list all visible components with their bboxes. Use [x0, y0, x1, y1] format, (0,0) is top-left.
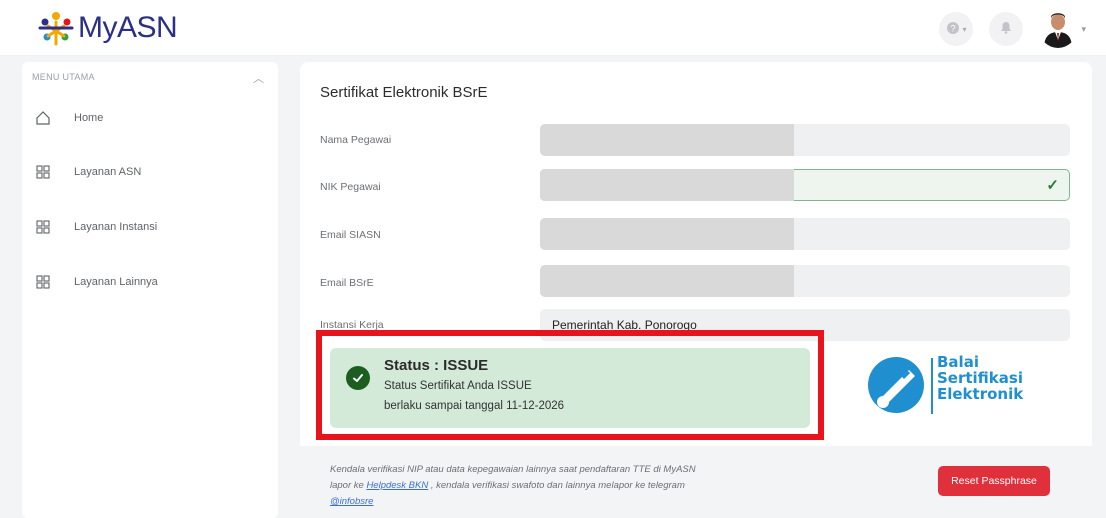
myasn-logo[interactable]: MyASN	[36, 6, 178, 50]
help-note: Kendala verifikasi NIP atau data kepegaw…	[330, 464, 696, 507]
top-header: MyASN ? ▾ ▾	[0, 0, 1106, 56]
grid-icon	[34, 273, 52, 291]
bsre-logo: Balai Sertifikasi Elektronik	[865, 354, 1045, 418]
grid-icon	[34, 218, 52, 236]
redacted-value	[540, 169, 794, 201]
bsre-divider	[931, 358, 933, 414]
highlight-box	[316, 330, 824, 440]
reset-passphrase-button[interactable]: Reset Passphrase	[938, 466, 1050, 496]
chevron-up-icon[interactable]: ︿	[253, 70, 264, 86]
help-button[interactable]: ? ▾	[939, 12, 974, 46]
redacted-value	[540, 265, 794, 297]
avatar-chevron-down-icon[interactable]: ▾	[1081, 24, 1086, 35]
helpdesk-bkn-link[interactable]: Helpdesk BKN	[366, 480, 428, 491]
svg-text:?: ?	[951, 23, 956, 33]
question-icon: ?	[946, 21, 960, 38]
redacted-value	[540, 124, 794, 156]
sidebar-heading: MENU UTAMA	[32, 72, 95, 82]
sidebar-item-label: Layanan Lainnya	[74, 276, 158, 288]
sidebar-item-label: Layanan Instansi	[74, 221, 158, 233]
infobsre-telegram-link[interactable]: @infobsre	[330, 496, 373, 507]
field-label-nama-pegawai: Nama Pegawai	[320, 134, 392, 146]
chevron-down-icon: ▾	[962, 24, 967, 34]
sidebar-item-layanan-instansi[interactable]: Layanan Instansi	[34, 215, 157, 239]
valid-check-icon: ✓	[1046, 177, 1059, 194]
home-icon	[34, 109, 52, 127]
sidebar-item-label: Layanan ASN	[74, 166, 142, 178]
bsre-wordmark: Balai Sertifikasi Elektronik	[937, 353, 1024, 403]
sidebar-item-layanan-asn[interactable]: Layanan ASN	[34, 160, 141, 184]
user-avatar[interactable]	[1039, 10, 1078, 48]
email-bsre-field[interactable]	[540, 265, 1070, 297]
sidebar: MENU UTAMA ︿ Home Layanan ASN Layanan In…	[22, 62, 278, 518]
nik-pegawai-field[interactable]: ✓	[540, 169, 1070, 201]
field-label-email-siasn: Email SIASN	[320, 229, 381, 241]
field-label-nik-pegawai: NIK Pegawai	[320, 181, 381, 193]
sidebar-item-label: Home	[74, 112, 104, 124]
nama-pegawai-field[interactable]	[540, 124, 1070, 156]
field-label-email-bsre: Email BSrE	[320, 277, 374, 289]
bell-icon	[1000, 21, 1012, 37]
bsre-emblem-icon	[868, 357, 924, 413]
logo-wordmark: MyASN	[78, 11, 178, 44]
header-actions: ? ▾ ▾	[939, 10, 1086, 48]
page-title: Sertifikat Elektronik BSrE	[320, 84, 488, 101]
sidebar-item-layanan-lainnya[interactable]: Layanan Lainnya	[34, 270, 158, 294]
redacted-value	[540, 218, 794, 250]
email-siasn-field[interactable]	[540, 218, 1070, 250]
sidebar-item-home[interactable]: Home	[34, 106, 103, 130]
grid-icon	[34, 163, 52, 181]
myasn-logo-mark-icon	[36, 8, 76, 48]
notification-button[interactable]	[989, 12, 1024, 46]
